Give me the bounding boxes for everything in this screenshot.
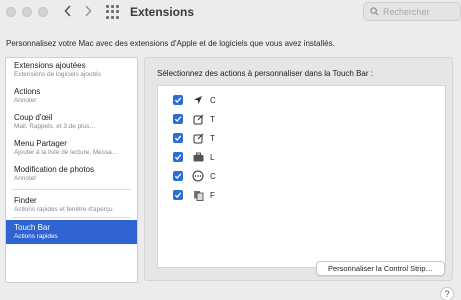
sidebar-item-subtitle: Mail, Rappels, et 3 de plus… [14,123,96,130]
main-panel: Sélectionnez des actions à personnaliser… [144,57,453,281]
sidebar-item-title: Actions [14,87,41,96]
action-checkbox[interactable] [173,95,183,105]
sidebar-item-title: Finder [14,196,37,205]
search-field[interactable] [363,2,461,21]
compose-icon [192,113,204,125]
action-label: T [210,133,215,143]
panel-title: Sélectionnez des actions à personnaliser… [157,69,373,78]
location-arrow-icon [192,94,204,106]
sidebar-item-subtitle: Annoter [14,97,37,104]
compose-icon [192,132,204,144]
action-label: F [210,190,215,200]
action-checkbox[interactable] [173,171,183,181]
sidebar: Extensions ajoutées Extensions de logici… [5,57,138,283]
sidebar-divider [12,189,131,190]
list-item: C [158,92,445,108]
action-checkbox[interactable] [173,190,183,200]
search-input[interactable] [383,6,453,17]
action-label: C [210,171,216,181]
sidebar-divider [12,217,131,218]
sidebar-item-menu-partager[interactable]: Menu Partager Ajouter à la liste de lect… [6,139,137,157]
customize-control-strip-button[interactable]: Personnaliser la Control Strip… [316,261,445,276]
actions-list: C T T L C F [157,85,446,268]
window-controls [6,7,48,17]
zoom-window-button[interactable] [38,7,48,17]
minimize-window-button[interactable] [22,7,32,17]
ellipsis-circle-icon [192,170,204,182]
sidebar-item-title: Menu Partager [14,139,67,148]
sidebar-item-finder[interactable]: Finder Actions rapides et fenêtre d'aper… [6,196,137,214]
list-item: T [158,130,445,146]
list-item: L [158,149,445,165]
chevron-right-icon[interactable] [84,4,92,20]
list-item: C [158,168,445,184]
list-item: T [158,111,445,127]
help-button[interactable]: ? [440,287,454,300]
action-checkbox[interactable] [173,133,183,143]
action-label: T [210,114,215,124]
sidebar-item-extensions-ajoutees[interactable]: Extensions ajoutées Extensions de logici… [6,61,137,79]
search-icon [370,7,379,16]
page-description: Personnalisez votre Mac avec des extensi… [6,39,335,48]
documents-icon [192,189,204,201]
sidebar-item-title: Touch Bar [14,223,51,232]
close-window-button[interactable] [6,7,16,17]
sidebar-item-subtitle: Extensions de logiciels ajoutés [14,71,102,78]
list-item: F [158,187,445,203]
sidebar-item-subtitle: Ajouter à la liste de lecture, Messa… [14,149,119,156]
show-all-grid-icon[interactable] [106,5,120,19]
sidebar-item-actions[interactable]: Actions Annoter [6,87,137,105]
action-label: L [210,152,215,162]
action-checkbox[interactable] [173,152,183,162]
sidebar-item-subtitle: Annoter [14,175,37,182]
window-title: Extensions [130,5,195,19]
action-checkbox[interactable] [173,114,183,124]
sidebar-item-modification-de-photos[interactable]: Modification de photos Annoter [6,165,137,183]
briefcase-icon [192,151,204,163]
action-label: C [210,95,216,105]
sidebar-item-title: Coup d'œil [14,113,53,122]
chevron-left-icon[interactable] [64,4,72,20]
sidebar-item-title: Modification de photos [14,165,95,174]
navigation [64,4,92,20]
sidebar-item-touch-bar[interactable]: Touch Bar Actions rapides [6,220,137,244]
sidebar-item-subtitle: Actions rapides [14,233,58,240]
sidebar-item-subtitle: Actions rapides et fenêtre d'aperçu [14,206,113,213]
sidebar-item-coup-d-oeil[interactable]: Coup d'œil Mail, Rappels, et 3 de plus… [6,113,137,131]
sidebar-item-title: Extensions ajoutées [14,61,86,70]
